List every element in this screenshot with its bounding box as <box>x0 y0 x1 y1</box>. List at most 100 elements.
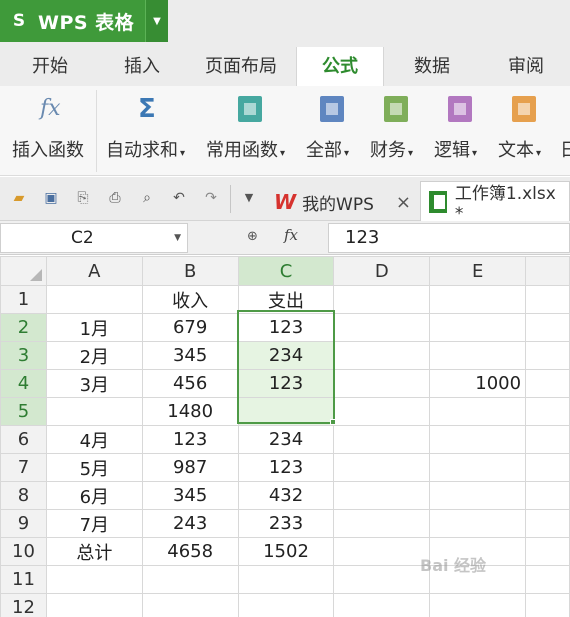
cell-b9[interactable]: 243 <box>141 509 239 538</box>
cell-d10[interactable] <box>333 537 431 566</box>
cell-f8[interactable] <box>525 481 570 510</box>
column-header-e[interactable]: E <box>429 256 527 286</box>
column-header-b[interactable]: B <box>141 256 239 286</box>
cell-d9[interactable] <box>333 509 431 538</box>
cell-b12[interactable] <box>141 593 239 617</box>
formula-input[interactable]: 123 <box>328 223 570 253</box>
cell-c2[interactable]: 123 <box>237 313 335 342</box>
cell-e1[interactable] <box>429 285 527 314</box>
cell-c9[interactable]: 233 <box>237 509 335 538</box>
select-all-corner[interactable] <box>0 256 47 286</box>
cell-a11[interactable] <box>45 565 143 594</box>
cell-a9[interactable]: 7月 <box>45 509 143 538</box>
row-header[interactable]: 9 <box>0 509 47 538</box>
row-header[interactable]: 12 <box>0 593 47 617</box>
insert-function-fx-button[interactable]: fx <box>284 226 298 244</box>
cell-e7[interactable] <box>429 453 527 482</box>
cell-e12[interactable] <box>429 593 527 617</box>
cell-f12[interactable] <box>525 593 570 617</box>
cell-c1[interactable]: 支出 <box>237 285 335 314</box>
column-header-f[interactable] <box>525 256 570 286</box>
row-header[interactable]: 3 <box>0 341 47 370</box>
tab-review[interactable]: 审阅 <box>490 47 562 86</box>
autosum-button[interactable]: Σ 自动求和 ▾ <box>104 86 196 176</box>
cell-b10[interactable]: 4658 <box>141 537 239 566</box>
cell-f10[interactable] <box>525 537 570 566</box>
row-header[interactable]: 2 <box>0 313 47 342</box>
cell-c5[interactable] <box>237 397 335 426</box>
zoom-icon[interactable]: ⊕ <box>247 229 258 244</box>
customize-toolbar-icon[interactable]: ▼ <box>240 189 258 207</box>
cell-c8[interactable]: 432 <box>237 481 335 510</box>
cell-d7[interactable] <box>333 453 431 482</box>
row-header[interactable]: 10 <box>0 537 47 566</box>
tab-data[interactable]: 数据 <box>396 47 468 86</box>
cell-a8[interactable]: 6月 <box>45 481 143 510</box>
finance-functions-button[interactable]: 财务 ▾ <box>368 86 424 176</box>
cell-a2[interactable]: 1月 <box>45 313 143 342</box>
cell-d8[interactable] <box>333 481 431 510</box>
cell-b1[interactable]: 收入 <box>141 285 239 314</box>
cell-f4[interactable] <box>525 369 570 398</box>
row-header[interactable]: 1 <box>0 285 47 314</box>
logic-functions-button[interactable]: 逻辑 ▾ <box>432 86 488 176</box>
cell-b4[interactable]: 456 <box>141 369 239 398</box>
cell-d3[interactable] <box>333 341 431 370</box>
cell-f6[interactable] <box>525 425 570 454</box>
cell-a1[interactable] <box>45 285 143 314</box>
cell-e4[interactable]: 1000 <box>429 369 527 398</box>
cell-b5[interactable]: 1480 <box>141 397 239 426</box>
cell-c6[interactable]: 234 <box>237 425 335 454</box>
tab-insert[interactable]: 插入 <box>106 47 178 86</box>
cell-e8[interactable] <box>429 481 527 510</box>
cell-d5[interactable] <box>333 397 431 426</box>
cell-b2[interactable]: 679 <box>141 313 239 342</box>
app-dropdown-button[interactable]: ▼ <box>145 0 168 42</box>
cell-c4[interactable]: 123 <box>237 369 335 398</box>
tab-workbook[interactable]: 工作簿1.xlsx * <box>420 181 570 224</box>
cell-b3[interactable]: 345 <box>141 341 239 370</box>
cell-b6[interactable]: 123 <box>141 425 239 454</box>
cell-f9[interactable] <box>525 509 570 538</box>
cell-e6[interactable] <box>429 425 527 454</box>
row-header[interactable]: 11 <box>0 565 47 594</box>
cell-c11[interactable] <box>237 565 335 594</box>
cell-f7[interactable] <box>525 453 570 482</box>
print-preview-icon[interactable]: ⌕ <box>138 189 156 207</box>
tab-start[interactable]: 开始 <box>14 47 86 86</box>
row-header[interactable]: 4 <box>0 369 47 398</box>
chevron-down-icon[interactable]: ▼ <box>174 224 181 252</box>
name-box[interactable]: C2 ▼ <box>0 223 188 253</box>
app-menu-button[interactable]: S WPS 表格 <box>0 0 145 42</box>
insert-function-button[interactable]: fx 插入函数 <box>6 86 94 176</box>
cell-e9[interactable] <box>429 509 527 538</box>
cell-b7[interactable]: 987 <box>141 453 239 482</box>
cell-c3[interactable]: 234 <box>237 341 335 370</box>
print-icon[interactable]: ⎙ <box>106 189 124 207</box>
cell-e2[interactable] <box>429 313 527 342</box>
row-header[interactable]: 7 <box>0 453 47 482</box>
cell-c7[interactable]: 123 <box>237 453 335 482</box>
row-header[interactable]: 6 <box>0 425 47 454</box>
cell-f3[interactable] <box>525 341 570 370</box>
cell-b11[interactable] <box>141 565 239 594</box>
column-header-d[interactable]: D <box>333 256 431 286</box>
cell-a7[interactable]: 5月 <box>45 453 143 482</box>
save-icon[interactable]: ▣ <box>42 189 60 207</box>
cell-e3[interactable] <box>429 341 527 370</box>
cell-f11[interactable] <box>525 565 570 594</box>
cell-a5[interactable] <box>45 397 143 426</box>
tab-formulas[interactable]: 公式 <box>296 47 384 86</box>
cell-d4[interactable] <box>333 369 431 398</box>
cell-e5[interactable] <box>429 397 527 426</box>
cell-d11[interactable] <box>333 565 431 594</box>
row-header[interactable]: 5 <box>0 397 47 426</box>
row-header[interactable]: 8 <box>0 481 47 510</box>
undo-icon[interactable]: ↶ <box>170 189 188 207</box>
text-functions-button[interactable]: 文本 ▾ <box>496 86 552 176</box>
cell-c10[interactable]: 1502 <box>237 537 335 566</box>
cell-f1[interactable] <box>525 285 570 314</box>
cell-d12[interactable] <box>333 593 431 617</box>
cell-f5[interactable] <box>525 397 570 426</box>
cell-a10[interactable]: 总计 <box>45 537 143 566</box>
